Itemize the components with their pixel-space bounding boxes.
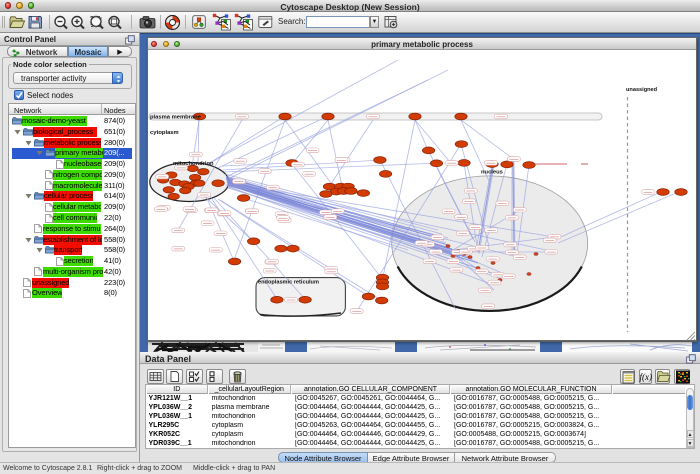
svg-text:plasma membrane: plasma membrane [150, 114, 202, 120]
svg-text:mitochondrion: mitochondrion [173, 161, 214, 167]
svg-text:endoplasmic reticulum: endoplasmic reticulum [258, 280, 319, 286]
svg-text:cytoplasm: cytoplasm [150, 130, 179, 136]
svg-text:unassigned: unassigned [626, 87, 658, 93]
svg-text:nucleus: nucleus [481, 170, 503, 176]
